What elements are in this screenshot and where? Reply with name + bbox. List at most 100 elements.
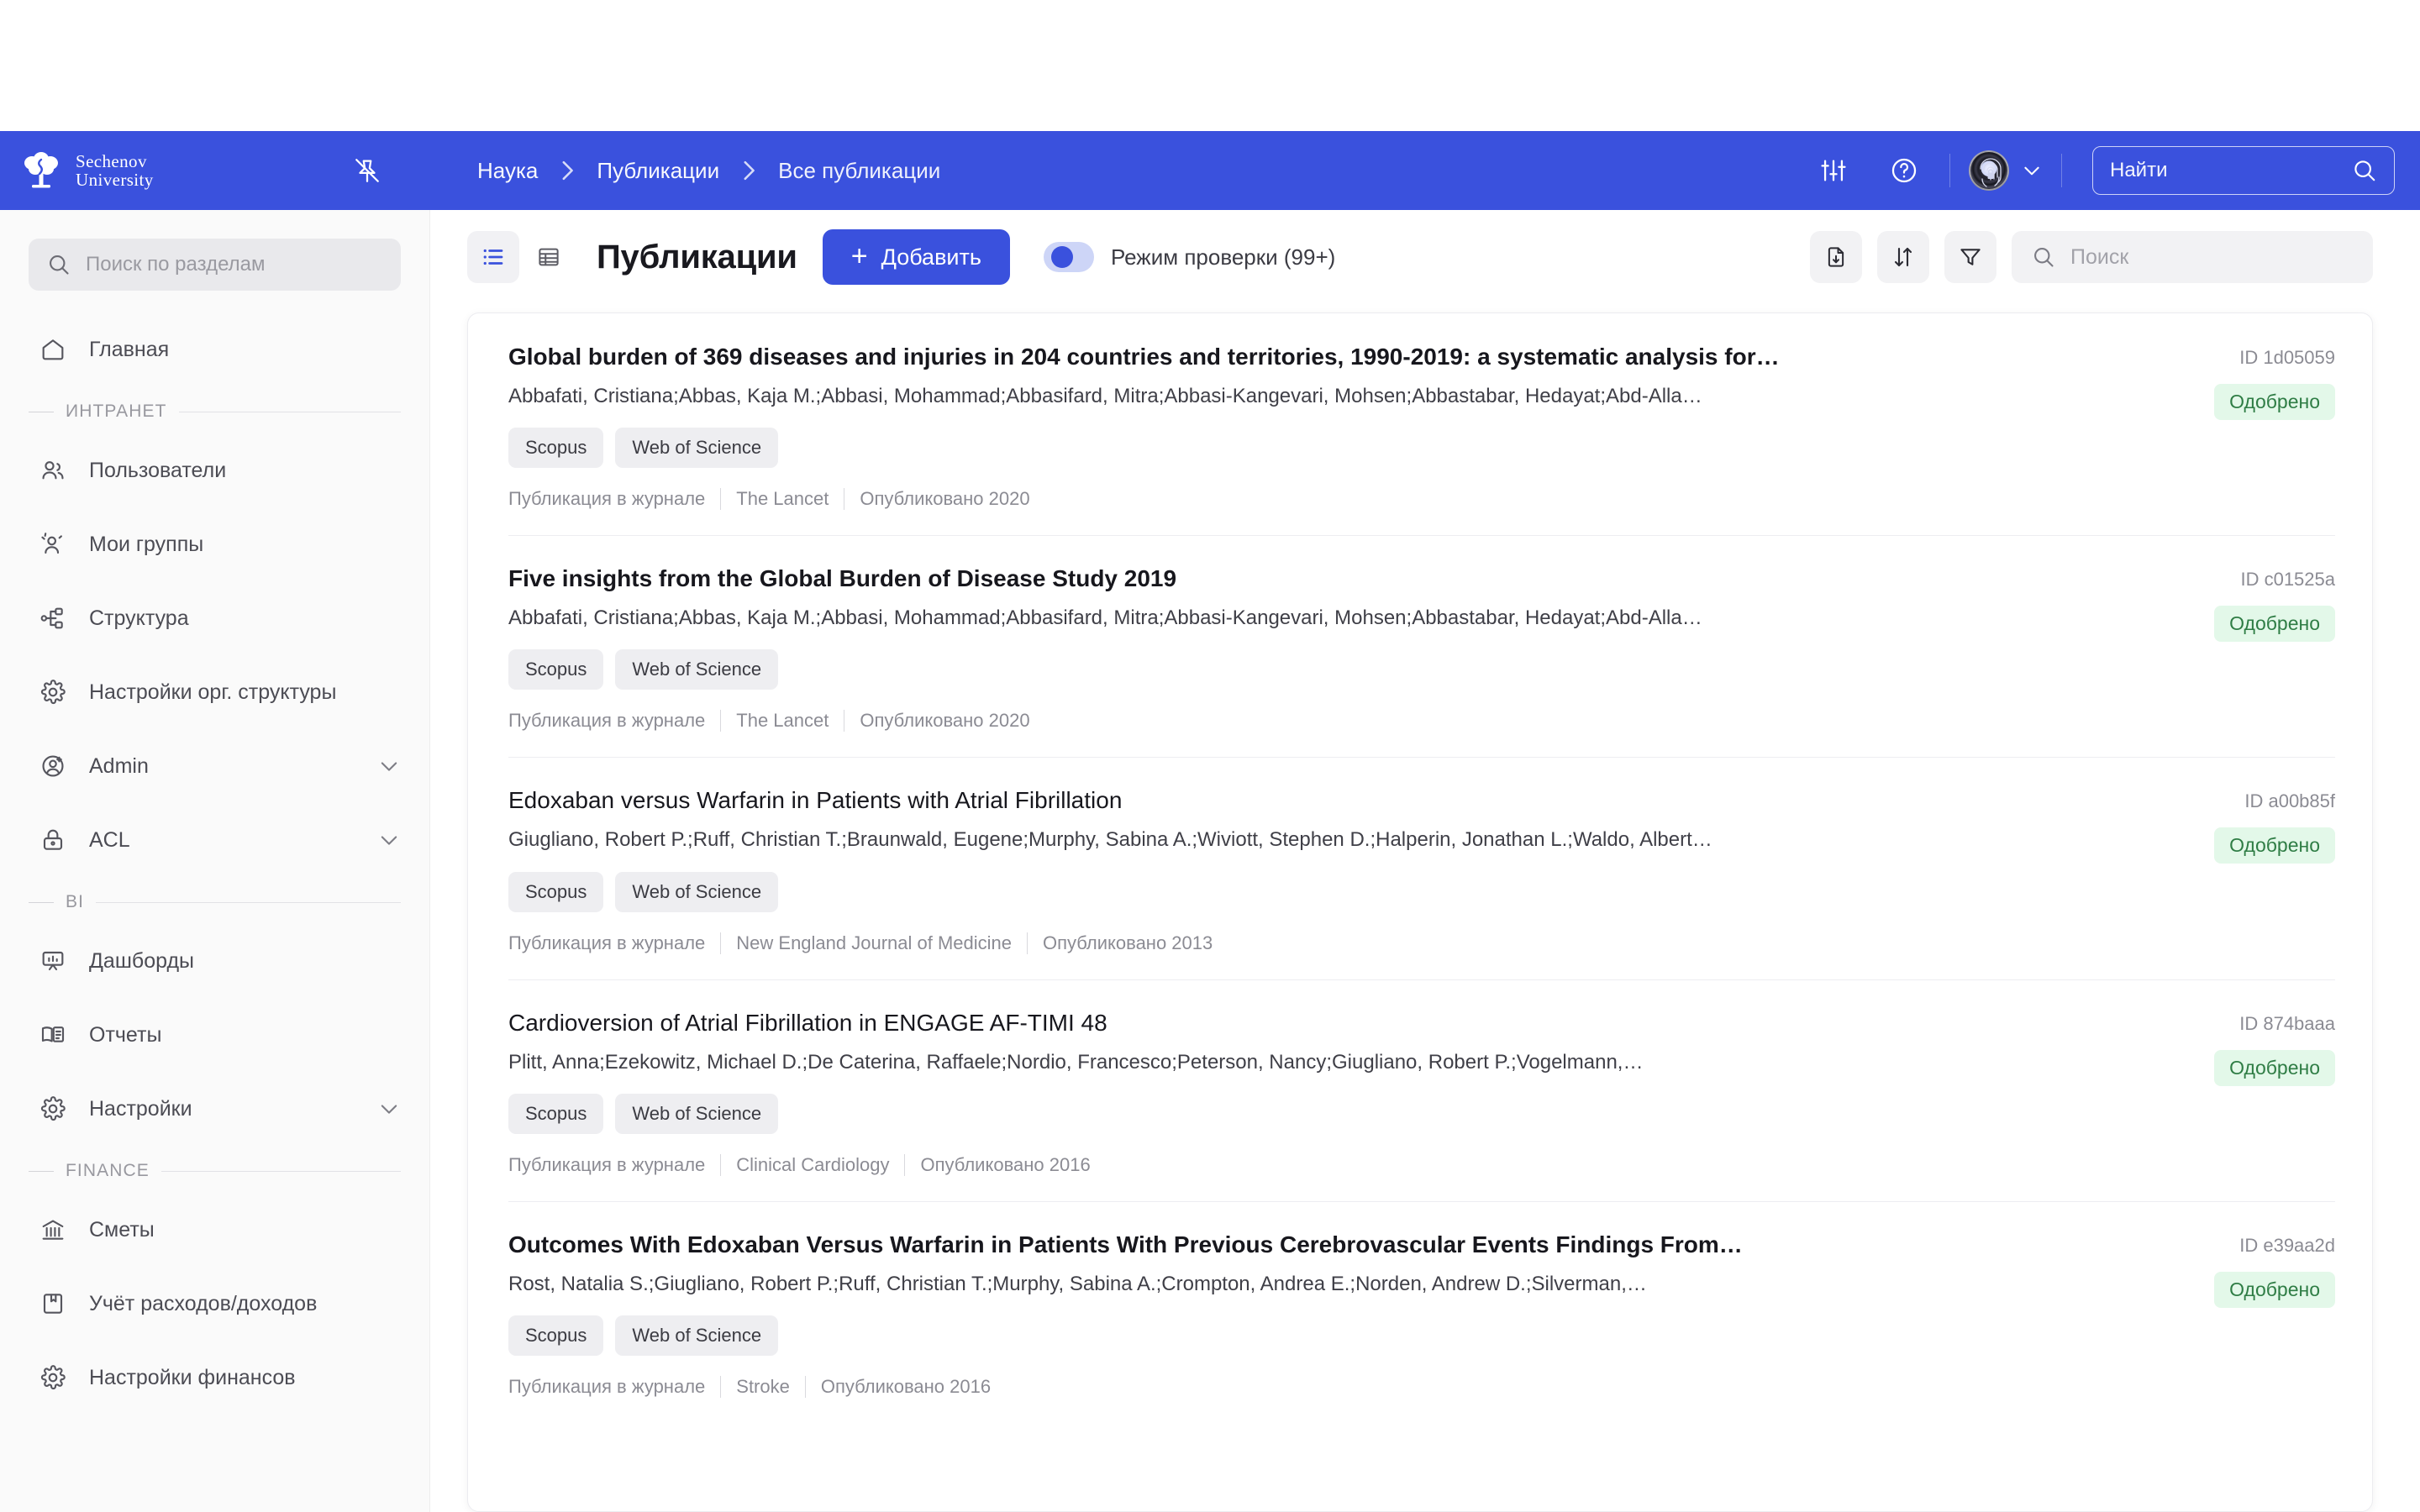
sidebar-item-org-structure-settings[interactable]: Настройки орг. структуры bbox=[0, 655, 429, 729]
sort-arrows-icon bbox=[1891, 244, 1916, 270]
tag-scopus[interactable]: Scopus bbox=[508, 871, 604, 912]
sidebar-item-users[interactable]: Пользователи bbox=[0, 433, 429, 507]
check-mode-toggle[interactable]: Режим проверки (99+) bbox=[1043, 242, 1336, 272]
sidebar: Поиск по разделам Главная ИНТРАНЕТ Польз… bbox=[0, 210, 430, 1512]
chevron-down-icon[interactable] bbox=[2021, 160, 2043, 181]
meta-divider bbox=[904, 1153, 906, 1176]
publication-title[interactable]: Edoxaban versus Warfarin in Patients wit… bbox=[508, 785, 2142, 815]
tag-scopus[interactable]: Scopus bbox=[508, 1315, 604, 1356]
publication-journal: Clinical Cardiology bbox=[736, 1153, 890, 1175]
help-circle-icon[interactable] bbox=[1881, 147, 1928, 194]
breadcrumb-item-publications[interactable]: Публикации bbox=[597, 158, 719, 184]
tag-web-of-science[interactable]: Web of Science bbox=[615, 649, 779, 690]
publication-side: ID 1d05059 Одобрено bbox=[2142, 342, 2335, 510]
publication-title[interactable]: Five insights from the Global Burden of … bbox=[508, 564, 2142, 593]
section-rule bbox=[96, 901, 401, 903]
filter-funnel-icon bbox=[1958, 244, 1983, 270]
section-dash bbox=[29, 1170, 54, 1172]
app-root: Sechenov University Наука Публикации Все… bbox=[0, 0, 2420, 1512]
table-view-button[interactable] bbox=[523, 231, 575, 283]
publication-main: Cardioversion of Atrial Fibrillation in … bbox=[508, 1008, 2142, 1176]
chevron-down-icon[interactable] bbox=[377, 1097, 401, 1121]
meta-divider bbox=[720, 932, 722, 954]
sidebar-item-finance-settings[interactable]: Настройки финансов bbox=[0, 1341, 429, 1415]
breadcrumb-item-all-publications[interactable]: Все публикации bbox=[778, 158, 940, 184]
publication-meta: Публикация в журнале Stroke Опубликовано… bbox=[508, 1375, 2142, 1398]
publication-tags: Scopus Web of Science bbox=[508, 871, 2142, 912]
publications-search-input[interactable]: Поиск bbox=[2012, 231, 2373, 283]
sidebar-item-home[interactable]: Главная bbox=[0, 312, 429, 386]
table-view-icon bbox=[536, 244, 561, 270]
publication-type: Публикация в журнале bbox=[508, 932, 706, 953]
book-open-icon bbox=[39, 1021, 67, 1049]
global-search-field[interactable]: Найти bbox=[2092, 146, 2395, 195]
publication-row[interactable]: Outcomes With Edoxaban Versus Warfarin i… bbox=[468, 1200, 2372, 1423]
publication-row[interactable]: Cardioversion of Atrial Fibrillation in … bbox=[468, 979, 2372, 1201]
tag-scopus[interactable]: Scopus bbox=[508, 649, 604, 690]
publication-id: ID 1d05059 bbox=[2239, 347, 2335, 368]
publication-row[interactable]: Global burden of 369 diseases and injuri… bbox=[468, 313, 2372, 535]
brand-logo[interactable]: Sechenov University bbox=[22, 151, 299, 190]
sidebar-search-input[interactable]: Поиск по разделам bbox=[29, 239, 401, 291]
tag-scopus[interactable]: Scopus bbox=[508, 1093, 604, 1134]
publication-row[interactable]: Five insights from the Global Burden of … bbox=[468, 535, 2372, 757]
publication-tags: Scopus Web of Science bbox=[508, 1315, 2142, 1356]
filter-button[interactable] bbox=[1944, 231, 1996, 283]
publication-journal: The Lancet bbox=[736, 488, 829, 510]
publication-authors: Rost, Natalia S.;Giugliano, Robert P.;Ru… bbox=[508, 1272, 1647, 1295]
tag-web-of-science[interactable]: Web of Science bbox=[615, 1093, 779, 1134]
user-menu[interactable] bbox=[1969, 150, 2043, 191]
chevron-down-icon[interactable] bbox=[377, 754, 401, 778]
publication-row[interactable]: Edoxaban versus Warfarin in Patients wit… bbox=[468, 757, 2372, 979]
publication-journal: Stroke bbox=[736, 1375, 790, 1397]
tag-web-of-science[interactable]: Web of Science bbox=[615, 428, 779, 469]
user-star-icon bbox=[39, 752, 67, 780]
sliders-icon[interactable] bbox=[1810, 147, 1857, 194]
sidebar-section-finance: FINANCE bbox=[0, 1146, 429, 1193]
chevron-right-icon bbox=[741, 159, 756, 182]
check-mode-label: Режим проверки (99+) bbox=[1110, 244, 1336, 270]
top-blank-strip bbox=[0, 0, 2420, 131]
sidebar-section-intranet: ИНТРАНЕТ bbox=[0, 386, 429, 433]
publication-title[interactable]: Outcomes With Edoxaban Versus Warfarin i… bbox=[508, 1230, 2142, 1259]
publication-side: ID c01525a Одобрено bbox=[2142, 564, 2335, 732]
breadcrumb-item-science[interactable]: Наука bbox=[477, 158, 538, 184]
publication-type: Публикация в журнале bbox=[508, 1153, 706, 1175]
sidebar-item-settings[interactable]: Настройки bbox=[0, 1072, 429, 1146]
publication-published: Опубликовано 2020 bbox=[860, 710, 1030, 732]
sidebar-item-acl[interactable]: ACL bbox=[0, 803, 429, 877]
sidebar-item-dashboards[interactable]: Дашборды bbox=[0, 924, 429, 998]
brand-wordmark: Sechenov University bbox=[76, 152, 154, 189]
publication-published: Опубликовано 2016 bbox=[920, 1153, 1091, 1175]
sidebar-item-label: Admin bbox=[89, 753, 149, 778]
tag-scopus[interactable]: Scopus bbox=[508, 428, 604, 469]
user-group-icon bbox=[39, 530, 67, 559]
sidebar-item-reports[interactable]: Отчеты bbox=[0, 998, 429, 1072]
chevron-down-icon[interactable] bbox=[377, 828, 401, 852]
status-badge: Одобрено bbox=[2214, 606, 2335, 643]
sidebar-item-estimates[interactable]: Сметы bbox=[0, 1193, 429, 1267]
meta-divider bbox=[720, 488, 722, 511]
sidebar-item-admin[interactable]: Admin bbox=[0, 729, 429, 803]
publication-meta: Публикация в журнале Clinical Cardiology… bbox=[508, 1153, 2142, 1176]
sidebar-item-structure[interactable]: Структура bbox=[0, 581, 429, 655]
section-dash bbox=[29, 901, 54, 903]
publication-type: Публикация в журнале bbox=[508, 710, 706, 732]
check-mode-switch[interactable] bbox=[1043, 242, 1094, 272]
publication-title[interactable]: Global burden of 369 diseases and injuri… bbox=[508, 342, 2142, 371]
toolbar-actions: Поиск bbox=[1810, 231, 2373, 283]
sidebar-item-my-groups[interactable]: Мои группы bbox=[0, 507, 429, 581]
publication-side: ID e39aa2d Одобрено bbox=[2142, 1230, 2335, 1398]
publication-journal: The Lancet bbox=[736, 710, 829, 732]
sidebar-item-expense-income[interactable]: Учёт расходов/доходов bbox=[0, 1267, 429, 1341]
export-button[interactable] bbox=[1810, 231, 1862, 283]
search-icon[interactable] bbox=[2352, 158, 2377, 183]
tag-web-of-science[interactable]: Web of Science bbox=[615, 871, 779, 912]
add-button-label: Добавить bbox=[881, 244, 981, 270]
list-view-button[interactable] bbox=[467, 231, 519, 283]
publication-title[interactable]: Cardioversion of Atrial Fibrillation in … bbox=[508, 1008, 2142, 1037]
tag-web-of-science[interactable]: Web of Science bbox=[615, 1315, 779, 1356]
sort-button[interactable] bbox=[1877, 231, 1929, 283]
add-publication-button[interactable]: + Добавить bbox=[822, 229, 1010, 285]
pin-off-icon[interactable] bbox=[348, 151, 387, 190]
